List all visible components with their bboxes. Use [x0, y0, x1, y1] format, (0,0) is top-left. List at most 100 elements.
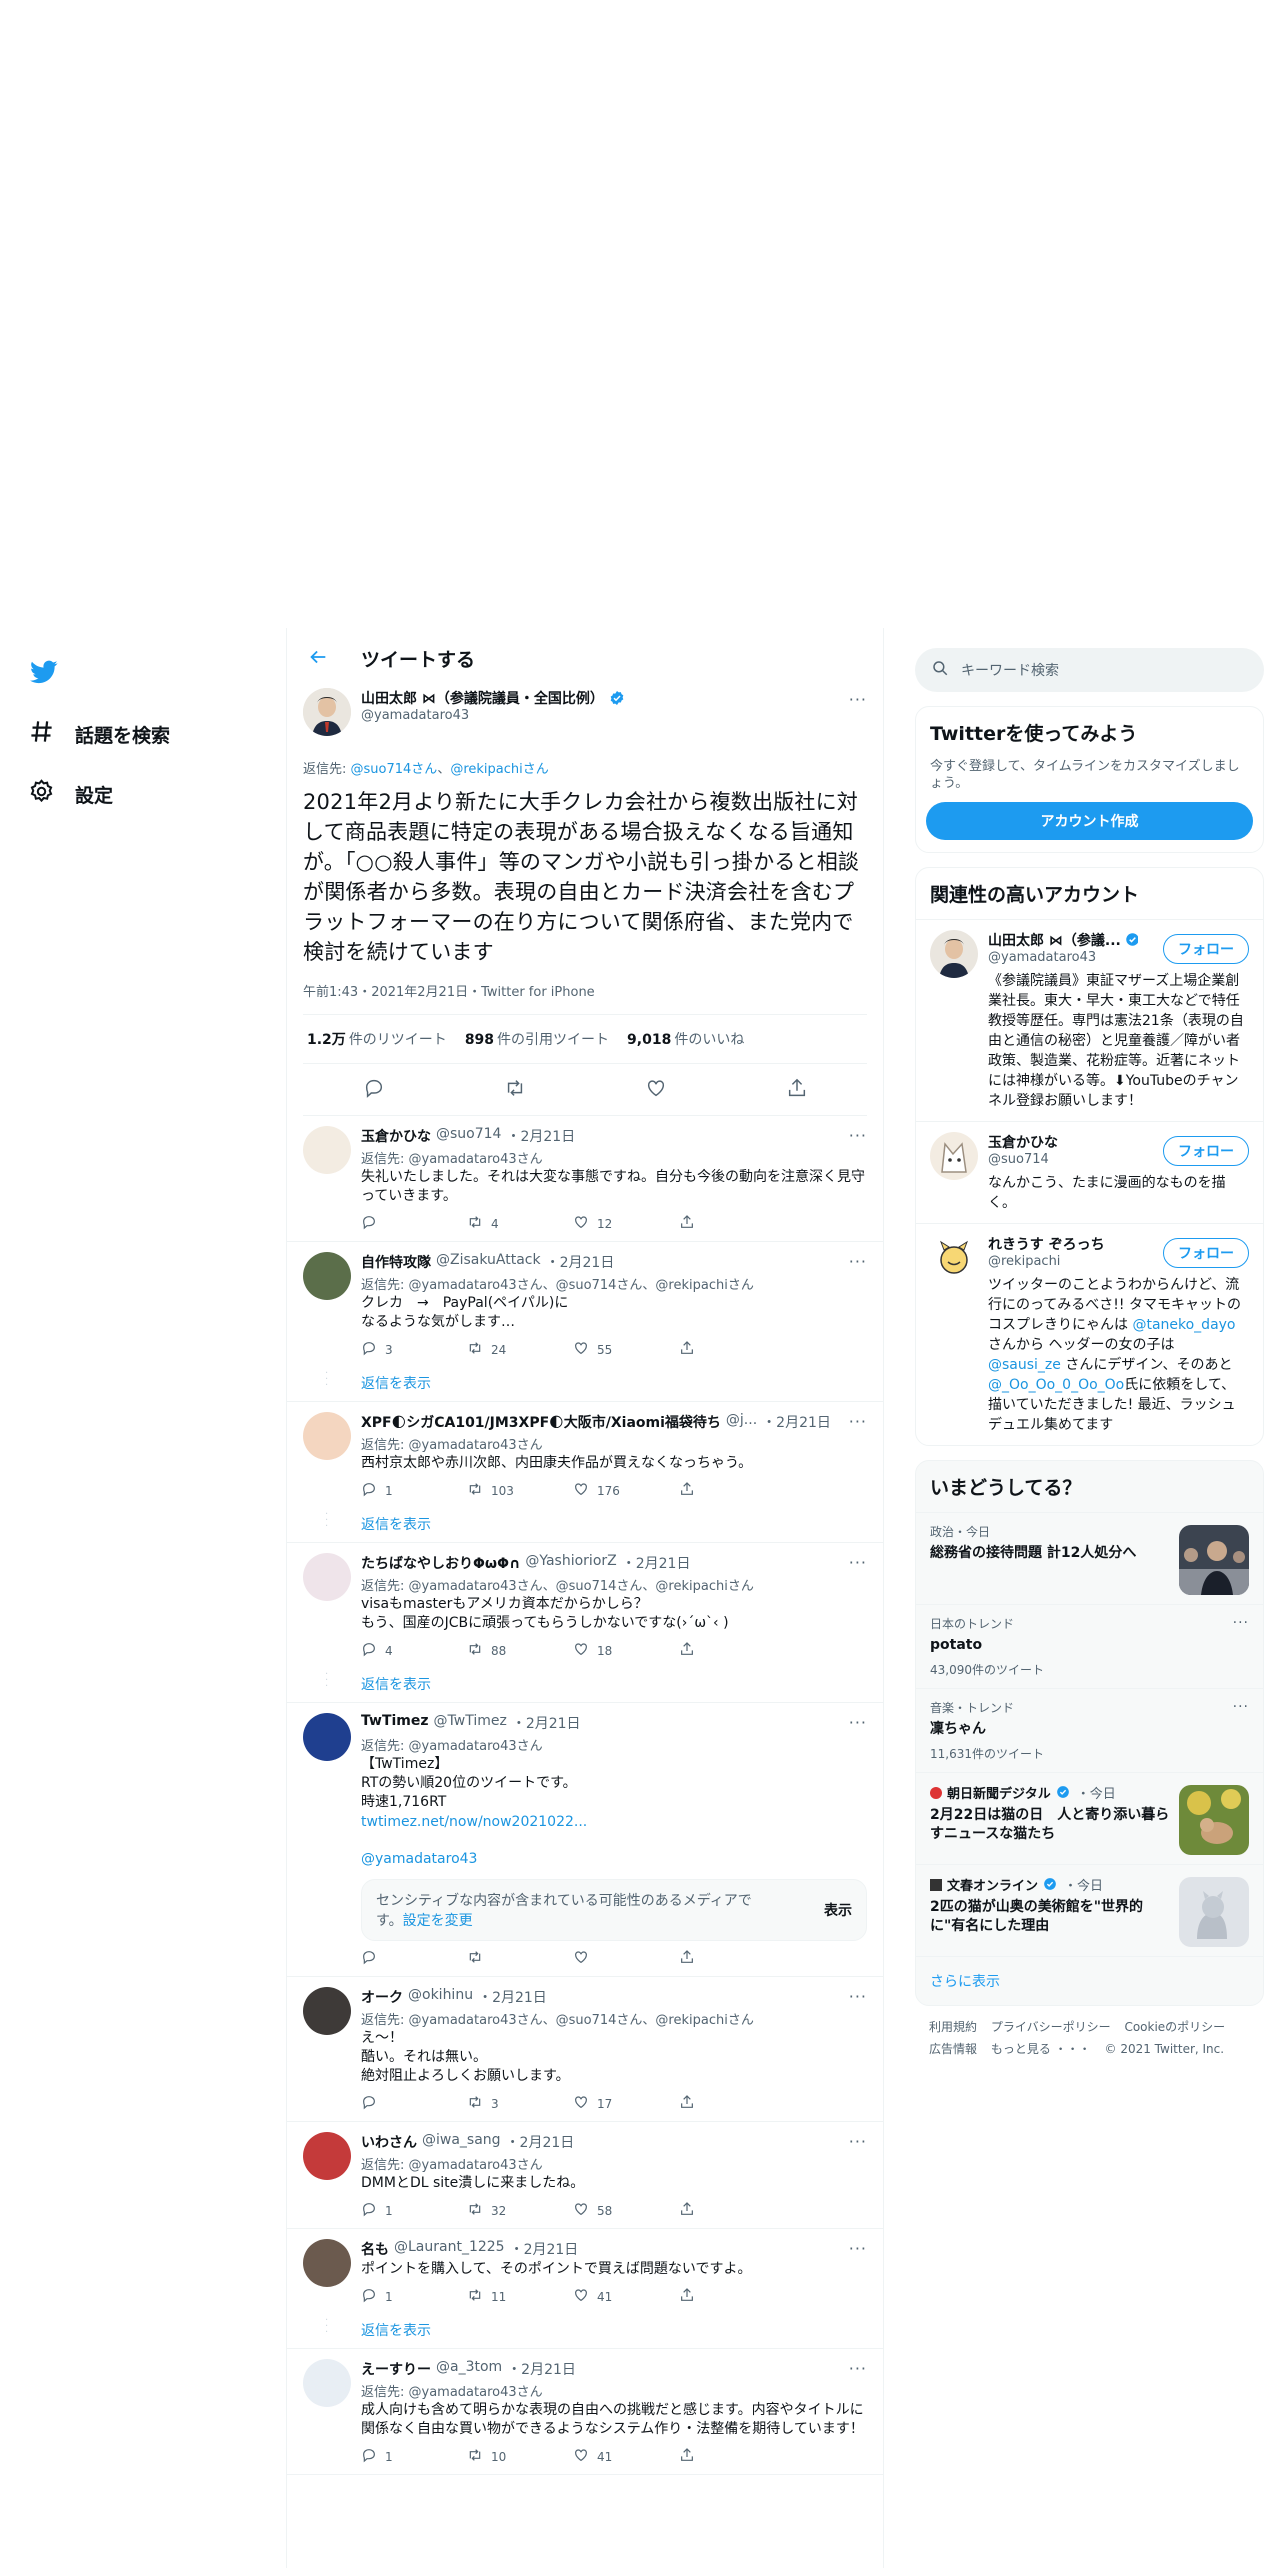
news-item[interactable]: 朝日新聞デジタル ・今日 2月22日は猫の日 人と寄り添い暮らすニュースな猫たち	[916, 1772, 1263, 1864]
reply-icon[interactable]	[363, 1077, 385, 1103]
like-count[interactable]: 9,018 件のいいね	[627, 1029, 744, 1049]
back-arrow-icon[interactable]	[307, 646, 331, 670]
show-replies-link[interactable]: · · · 返信を表示	[287, 1668, 883, 1703]
reply-tweet[interactable]: 玉倉かひな @suo714 ・2月21日 ··· 返信先: @yamadataro43さ…	[287, 1116, 883, 1242]
share-button[interactable]	[679, 1641, 785, 1660]
reply-date[interactable]: ・2月21日	[506, 1126, 575, 1146]
news-item[interactable]: 文春オンライン ・今日 2匹の猫が山奥の美術館を"世界的に"有名にした理由	[916, 1864, 1263, 1956]
reply-date[interactable]: ・2月21日	[762, 1412, 831, 1432]
follow-button[interactable]: フォロー	[1163, 1238, 1249, 1268]
share-icon[interactable]	[786, 1077, 808, 1103]
change-settings-link[interactable]: 設定を変更	[403, 1913, 473, 1929]
trend-item[interactable]: 音楽・トレンド 凜ちゃん 11,631件のツイート ···	[916, 1688, 1263, 1772]
reply-date[interactable]: ・2月21日	[506, 2132, 575, 2152]
share-button[interactable]	[679, 2201, 785, 2220]
avatar[interactable]	[930, 1132, 978, 1180]
nav-settings[interactable]: 設定	[28, 778, 113, 810]
show-replies-link[interactable]: · · · 返信を表示	[287, 1508, 883, 1543]
retweet-button[interactable]: 10	[467, 2447, 573, 2466]
search-input[interactable]: キーワード検索	[915, 648, 1264, 692]
follow-button[interactable]: フォロー	[1163, 1136, 1249, 1166]
trend-item[interactable]: 政治・今日 総務省の接待問題 計12人処分へ	[916, 1512, 1263, 1604]
like-button[interactable]: 41	[573, 2287, 679, 2306]
reply-tweet[interactable]: いわさん @iwa_sang ・2月21日 ··· 返信先: @yamadataro43…	[287, 2122, 883, 2229]
avatar[interactable]	[303, 1713, 351, 1761]
footer-link[interactable]: 広告情報	[929, 2042, 977, 2056]
like-button[interactable]: 17	[573, 2094, 679, 2113]
reply-author-name[interactable]: 玉倉かひな	[361, 1126, 431, 1146]
share-button[interactable]	[679, 1214, 785, 1233]
quote-count[interactable]: 898 件の引用ツイート	[465, 1029, 609, 1049]
reply-author-handle[interactable]: @TwTimez	[434, 1713, 507, 1733]
reply-author-handle[interactable]: @j...	[726, 1412, 757, 1432]
footer-link[interactable]: 利用規約	[929, 2020, 977, 2034]
more-options-icon[interactable]: ···	[849, 1126, 867, 1145]
more-options-icon[interactable]: ···	[849, 2359, 867, 2378]
reply-date[interactable]: ・2月21日	[507, 2359, 576, 2379]
reply-author-name[interactable]: 自作特攻隊	[361, 1252, 431, 1272]
show-media-button[interactable]: 表示	[824, 1900, 852, 1920]
author-handle[interactable]: @yamadataro43	[361, 708, 625, 723]
share-button[interactable]	[679, 2287, 785, 2306]
reply-date[interactable]: ・2月21日	[512, 1713, 581, 1733]
share-button[interactable]	[679, 1481, 785, 1500]
more-options-icon[interactable]: ···	[849, 1987, 867, 2006]
reply-author-name[interactable]: オーク	[361, 1987, 403, 2007]
show-more-link[interactable]: さらに表示	[916, 1956, 1263, 2005]
reply-button[interactable]	[361, 1949, 467, 1968]
reply-author-handle[interactable]: @okihinu	[408, 1987, 473, 2007]
reply-date[interactable]: ・2月21日	[478, 1987, 547, 2007]
reply-author-handle[interactable]: @suo714	[436, 1126, 501, 1146]
more-options-icon[interactable]: ···	[849, 1553, 867, 1572]
twitter-logo-icon[interactable]	[28, 658, 60, 686]
trend-item[interactable]: 日本のトレンド potato 43,090件のツイート ···	[916, 1604, 1263, 1688]
retweet-count[interactable]: 1.2万 件のリツイート	[307, 1029, 447, 1049]
reply-button[interactable]: 4	[361, 1641, 467, 1660]
author-name[interactable]: 山田太郎 ⋈（参議院議員・全国比例）	[361, 688, 625, 708]
bio-mention-link[interactable]: @sausi_ze	[988, 1357, 1061, 1373]
tweet-link[interactable]: twtimez.net/now/now2021022...	[361, 1814, 587, 1830]
retweet-button[interactable]: 88	[467, 1641, 573, 1660]
like-button[interactable]: 41	[573, 2447, 679, 2466]
reply-button[interactable]	[361, 2094, 467, 2113]
reply-tweet[interactable]: TwTimez @TwTimez ・2月21日 ··· 返信先: @yamadataro…	[287, 1703, 883, 1977]
reply-tweet[interactable]: XPF🌓シガCA101/JM3XPF🌓大阪市/Xiaomi福袋待ち @j... ・2…	[287, 1402, 883, 1508]
reply-author-name[interactable]: えーすりー	[361, 2359, 431, 2379]
reply-author-handle[interactable]: @iwa_sang	[422, 2132, 501, 2152]
more-options-icon[interactable]: ···	[1233, 1615, 1249, 1631]
retweet-icon[interactable]	[504, 1077, 526, 1103]
reply-date[interactable]: ・2月21日	[546, 1252, 615, 1272]
tweet-timestamp[interactable]: 午前1:43・2021年2月21日・Twitter for iPhone	[303, 981, 867, 1015]
nav-explore[interactable]: 話題を検索	[28, 718, 170, 750]
reply-author-handle[interactable]: @a_3tom	[436, 2359, 502, 2379]
bio-mention-link[interactable]: @_Oo_Oo_0_Oo_Oo	[988, 1377, 1124, 1393]
like-button[interactable]: 176	[573, 1481, 679, 1500]
more-options-icon[interactable]: ···	[849, 2132, 867, 2151]
retweet-button[interactable]: 11	[467, 2287, 573, 2306]
reply-tweet[interactable]: 名も @Laurant_1225 ・2月21日 ··· ポイントを購入して、そのポイント…	[287, 2229, 883, 2314]
retweet-button[interactable]: 24	[467, 1340, 573, 1359]
like-button[interactable]: 55	[573, 1340, 679, 1359]
reply-button[interactable]	[361, 1214, 467, 1233]
retweet-button[interactable]: 4	[467, 1214, 573, 1233]
like-button[interactable]: 12	[573, 1214, 679, 1233]
reply-author-handle[interactable]: @YashioriorZ	[525, 1553, 616, 1573]
account-item[interactable]: 玉倉かひな @suo714 なんかこう、たまに漫画的なものを描く。 フォロー	[916, 1121, 1263, 1223]
reply-button[interactable]: 1	[361, 2201, 467, 2220]
follow-button[interactable]: フォロー	[1163, 934, 1249, 964]
reply-author-name[interactable]: いわさん	[361, 2132, 417, 2152]
reply-tweet[interactable]: たちばなやしおりΦωΦ∩ @YashioriorZ ・2月21日 ··· 返信先: @y…	[287, 1543, 883, 1668]
more-options-icon[interactable]: ···	[849, 2239, 867, 2258]
account-item[interactable]: れきうす ぞろっち @rekipachi ツイッターのことようわからんけど、流行…	[916, 1223, 1263, 1445]
footer-link[interactable]: プライバシーポリシー	[991, 2020, 1111, 2034]
avatar[interactable]	[303, 2132, 351, 2180]
reply-button[interactable]: 1	[361, 2287, 467, 2306]
share-button[interactable]	[679, 1340, 785, 1359]
reply-author-name[interactable]: たちばなやしおりΦωΦ∩	[361, 1553, 520, 1573]
reply-tweet[interactable]: 自作特攻隊 @ZisakuAttack ・2月21日 ··· 返信先: @yamadat…	[287, 1242, 883, 1367]
avatar[interactable]	[303, 2239, 351, 2287]
show-replies-link[interactable]: · · · 返信を表示	[287, 1367, 883, 1402]
reply-author-name[interactable]: TwTimez	[361, 1713, 429, 1733]
more-options-icon[interactable]: ···	[849, 1713, 867, 1732]
reply-mention-link[interactable]: @suo714さん	[351, 762, 438, 777]
